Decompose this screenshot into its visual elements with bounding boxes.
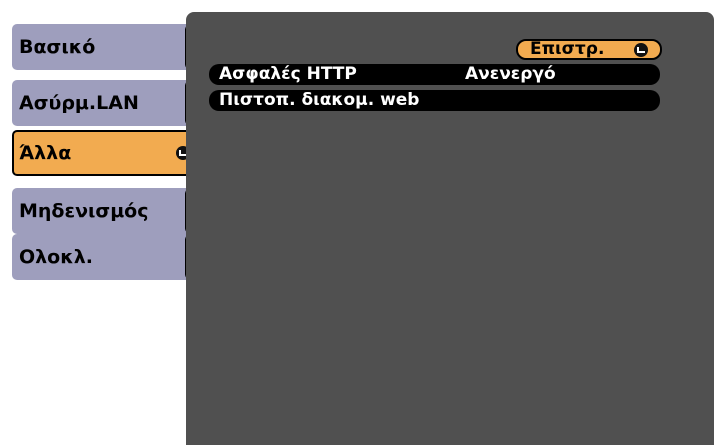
- sidebar-item-complete[interactable]: Ολοκλ.: [12, 234, 196, 280]
- enter-icon: [634, 43, 648, 57]
- sidebar-item-label: Ασύρμ.LAN: [19, 92, 139, 114]
- back-button[interactable]: Επιστρ.: [516, 39, 662, 60]
- sidebar-item-other[interactable]: Άλλα: [12, 130, 196, 176]
- sidebar-item-basic[interactable]: Βασικό: [12, 24, 196, 70]
- sidebar-item-label: Ολοκλ.: [19, 246, 93, 268]
- projector-menu-screen: Βασικό Ασύρμ.LAN Άλλα Μηδενισμός Ολοκλ. …: [0, 0, 722, 445]
- menu-row-secure-http[interactable]: Ασφαλές HTTP Ανενεργό: [209, 64, 660, 85]
- menu-row-label: Ασφαλές HTTP: [219, 64, 357, 84]
- sidebar-item-label: Μηδενισμός: [19, 200, 149, 222]
- sidebar-item-label: Βασικό: [19, 36, 96, 58]
- menu-row-value: Ανενεργό: [465, 64, 556, 84]
- sidebar-item-reset[interactable]: Μηδενισμός: [12, 188, 196, 234]
- menu-row-web-server-certificate[interactable]: Πιστοπ. διακομ. web: [209, 90, 660, 111]
- menu-row-label: Πιστοπ. διακομ. web: [219, 90, 420, 110]
- sidebar-item-label: Άλλα: [19, 142, 72, 164]
- back-button-label: Επιστρ.: [530, 39, 605, 59]
- settings-panel: Επιστρ. Ασφαλές HTTP Ανενεργό Πιστοπ. δι…: [186, 12, 714, 445]
- sidebar-item-wireless-lan[interactable]: Ασύρμ.LAN: [12, 80, 196, 126]
